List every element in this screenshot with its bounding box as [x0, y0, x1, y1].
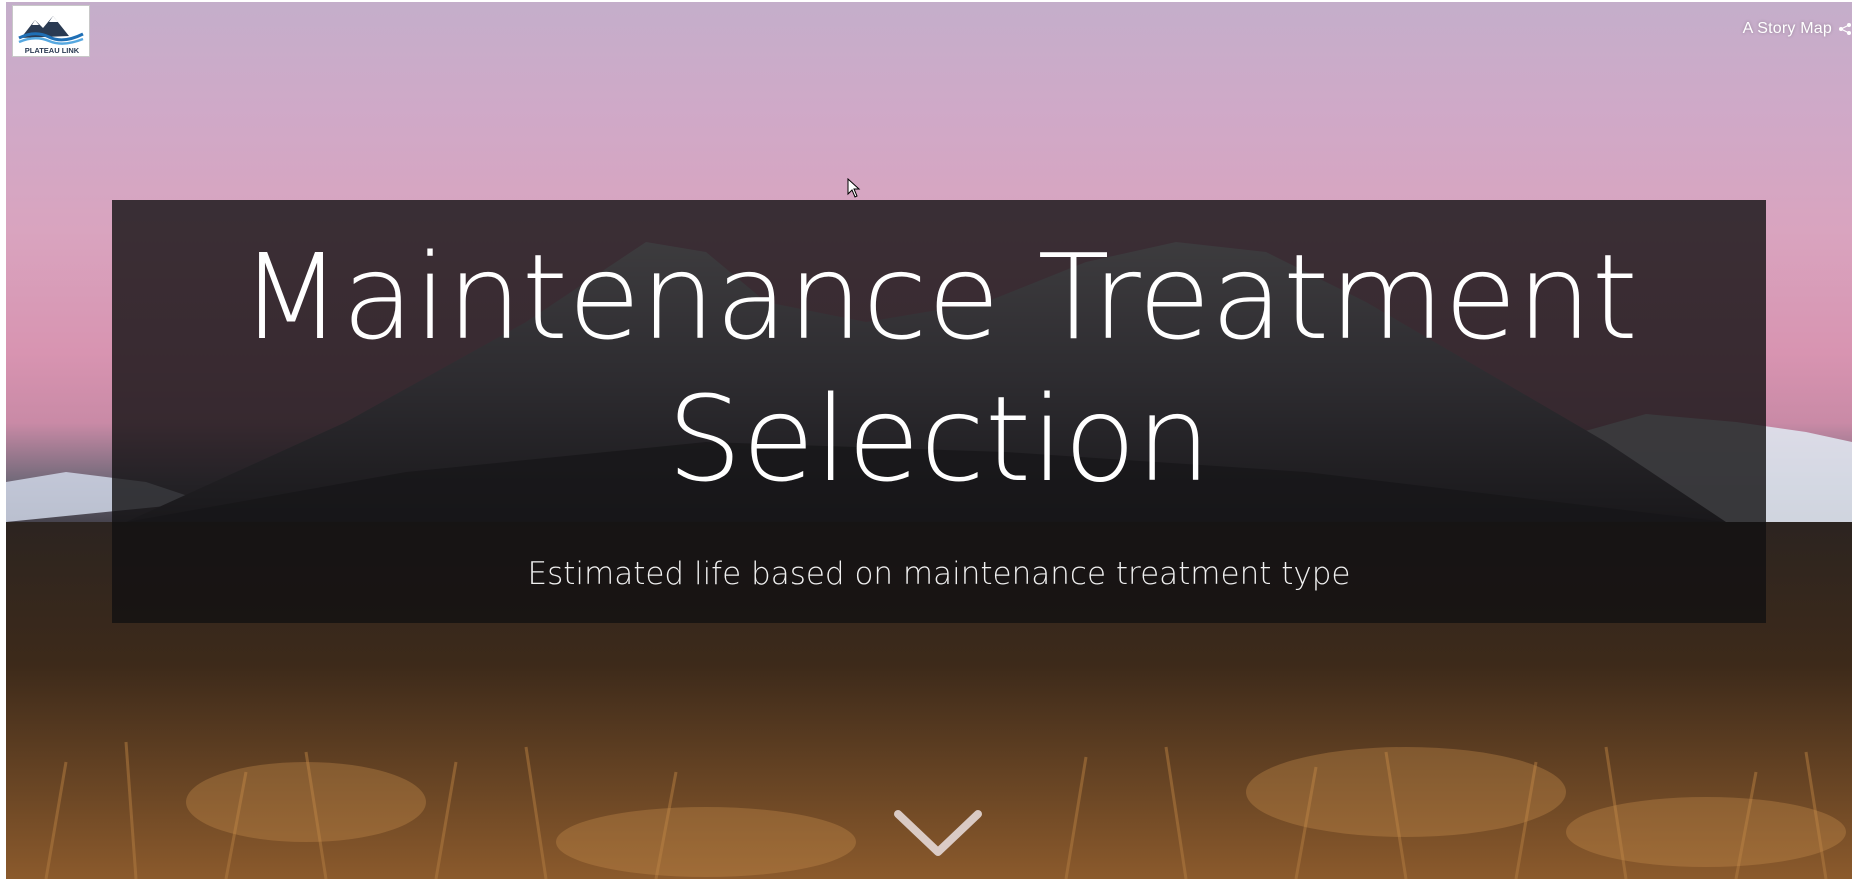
plateau-link-logo[interactable]: PLATEAU LINK [12, 5, 90, 57]
story-map-viewport: PLATEAU LINK A Story Map Maintenance Tre… [6, 2, 1852, 879]
page-subtitle: Estimated life based on maintenance trea… [527, 556, 1351, 592]
mouse-pointer-icon [847, 178, 861, 198]
story-map-label: A Story Map [1742, 20, 1832, 37]
share-icon[interactable] [1838, 22, 1852, 36]
logo-text: PLATEAU LINK [25, 46, 80, 55]
mountain-logo-icon: PLATEAU LINK [18, 16, 84, 55]
story-map-link[interactable]: A Story Map [1743, 20, 1852, 38]
hero-title-panel: Maintenance Treatment Selection Estimate… [112, 200, 1766, 623]
chevron-down-icon[interactable] [892, 808, 984, 860]
page-title: Maintenance Treatment Selection [240, 228, 1638, 508]
